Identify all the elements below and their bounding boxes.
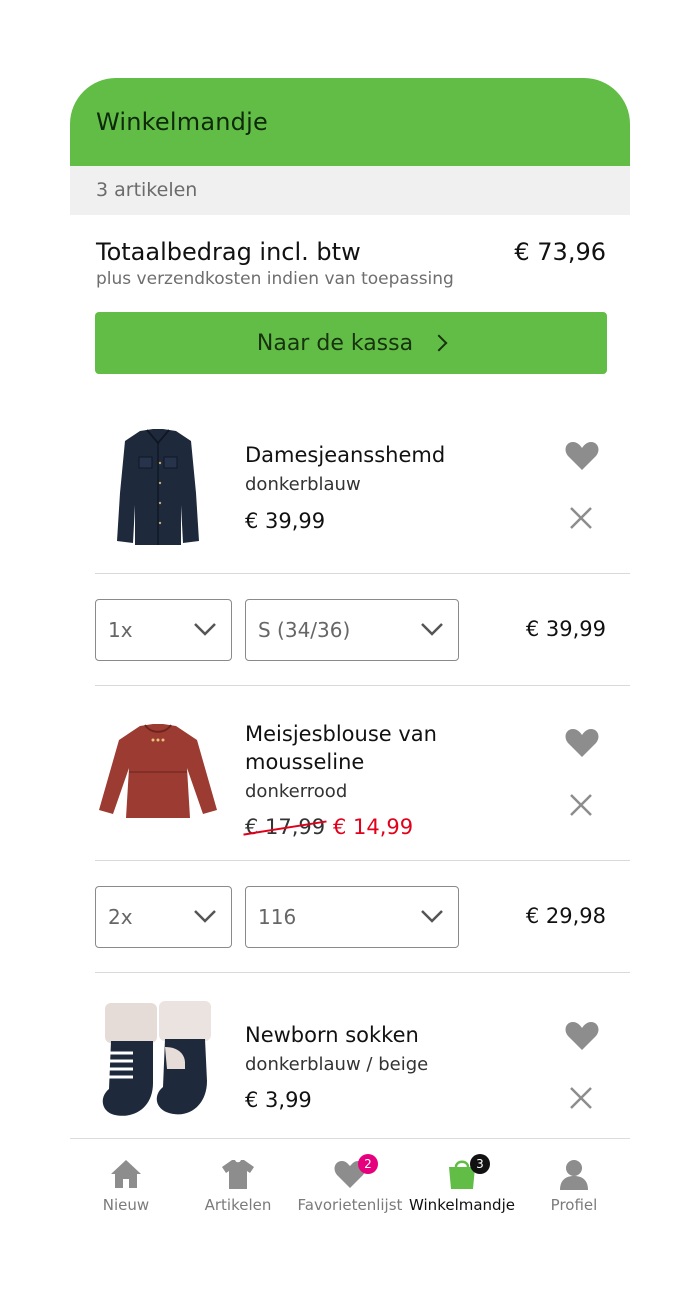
quantity-value: 1x: [108, 618, 133, 642]
remove-item-icon[interactable]: [569, 506, 593, 530]
favorites-badge: 2: [358, 1154, 378, 1174]
item-name[interactable]: Meisjesblouse van mousseline: [245, 720, 475, 776]
nav-item-winkelmandje[interactable]: 3 Winkelmandje: [406, 1139, 518, 1219]
chevron-down-icon: [194, 910, 216, 923]
cart-item: Meisjesblouse van mousseline donkerrood …: [95, 710, 630, 860]
item-name[interactable]: Newborn sokken: [245, 1021, 475, 1049]
favorite-heart-icon[interactable]: [565, 1021, 599, 1051]
bottom-navigation: Nieuw Artikelen 2 Favorietenlijst 3 Wink…: [70, 1138, 630, 1228]
item-options-row: 1x S (34/36) € 39,99: [95, 599, 630, 661]
divider: [95, 573, 630, 574]
divider: [95, 685, 630, 686]
remove-item-icon[interactable]: [569, 1086, 593, 1110]
line-total: € 29,98: [525, 904, 606, 928]
item-options-row: 2x 116 € 29,98: [95, 886, 630, 948]
page-title: Winkelmandje: [96, 108, 268, 136]
nav-label: Profiel: [550, 1196, 598, 1214]
nav-item-nieuw[interactable]: Nieuw: [70, 1139, 182, 1219]
item-price: € 39,99: [245, 509, 326, 533]
cart-screen: Winkelmandje 3 artikelen Totaalbedrag in…: [70, 78, 630, 1228]
nav-label: Winkelmandje: [409, 1196, 515, 1214]
total-value: € 73,96: [514, 238, 606, 266]
baby-socks-image[interactable]: [95, 997, 221, 1123]
chevron-down-icon: [421, 623, 443, 636]
cart-header: Winkelmandje: [70, 78, 630, 166]
item-count-bar: 3 artikelen: [70, 166, 630, 215]
cart-item: Damesjeansshemd donkerblauw € 39,99: [95, 423, 630, 573]
favorite-heart-icon[interactable]: [565, 728, 599, 758]
item-old-price: € 17,99: [245, 815, 326, 839]
size-value: 116: [258, 905, 297, 929]
size-value: S (34/36): [258, 618, 351, 642]
chevron-down-icon: [421, 910, 443, 923]
divider: [95, 860, 630, 861]
denim-shirt-image[interactable]: [95, 423, 221, 549]
item-color: donkerblauw / beige: [245, 1054, 429, 1075]
item-color: donkerrood: [245, 781, 348, 802]
nav-label: Favorietenlijst: [297, 1196, 403, 1214]
item-sale-price: € 14,99: [333, 815, 414, 839]
nav-item-profiel[interactable]: Profiel: [518, 1139, 630, 1219]
person-icon: [560, 1160, 588, 1190]
favorite-heart-icon[interactable]: [565, 441, 599, 471]
quantity-value: 2x: [108, 905, 133, 929]
checkout-button[interactable]: Naar de kassa: [95, 312, 607, 374]
chevron-down-icon: [194, 623, 216, 636]
chevron-right-icon: [430, 334, 448, 352]
remove-item-icon[interactable]: [569, 793, 593, 817]
nav-label: Artikelen: [204, 1196, 272, 1214]
item-name[interactable]: Damesjeansshemd: [245, 441, 475, 469]
home-icon: [111, 1160, 141, 1188]
shipping-note: plus verzendkosten indien van toepassing: [96, 269, 454, 289]
item-count: 3 artikelen: [96, 179, 198, 201]
nav-item-artikelen[interactable]: Artikelen: [182, 1139, 294, 1219]
divider: [95, 972, 630, 973]
item-price: € 3,99: [245, 1088, 312, 1112]
cart-badge: 3: [470, 1154, 490, 1174]
item-color: donkerblauw: [245, 474, 361, 495]
line-total: € 39,99: [525, 617, 606, 641]
tshirt-icon: [222, 1160, 254, 1189]
size-select[interactable]: S (34/36): [245, 599, 459, 661]
checkout-label: Naar de kassa: [256, 330, 414, 356]
quantity-select[interactable]: 2x: [95, 886, 232, 948]
girls-blouse-image[interactable]: [95, 710, 221, 836]
total-label: Totaalbedrag incl. btw: [96, 238, 361, 266]
size-select[interactable]: 116: [245, 886, 459, 948]
nav-label: Nieuw: [102, 1196, 150, 1214]
nav-item-favorietenlijst[interactable]: 2 Favorietenlijst: [294, 1139, 406, 1219]
cart-item: Newborn sokken donkerblauw / beige € 3,9…: [95, 997, 630, 1137]
quantity-select[interactable]: 1x: [95, 599, 232, 661]
